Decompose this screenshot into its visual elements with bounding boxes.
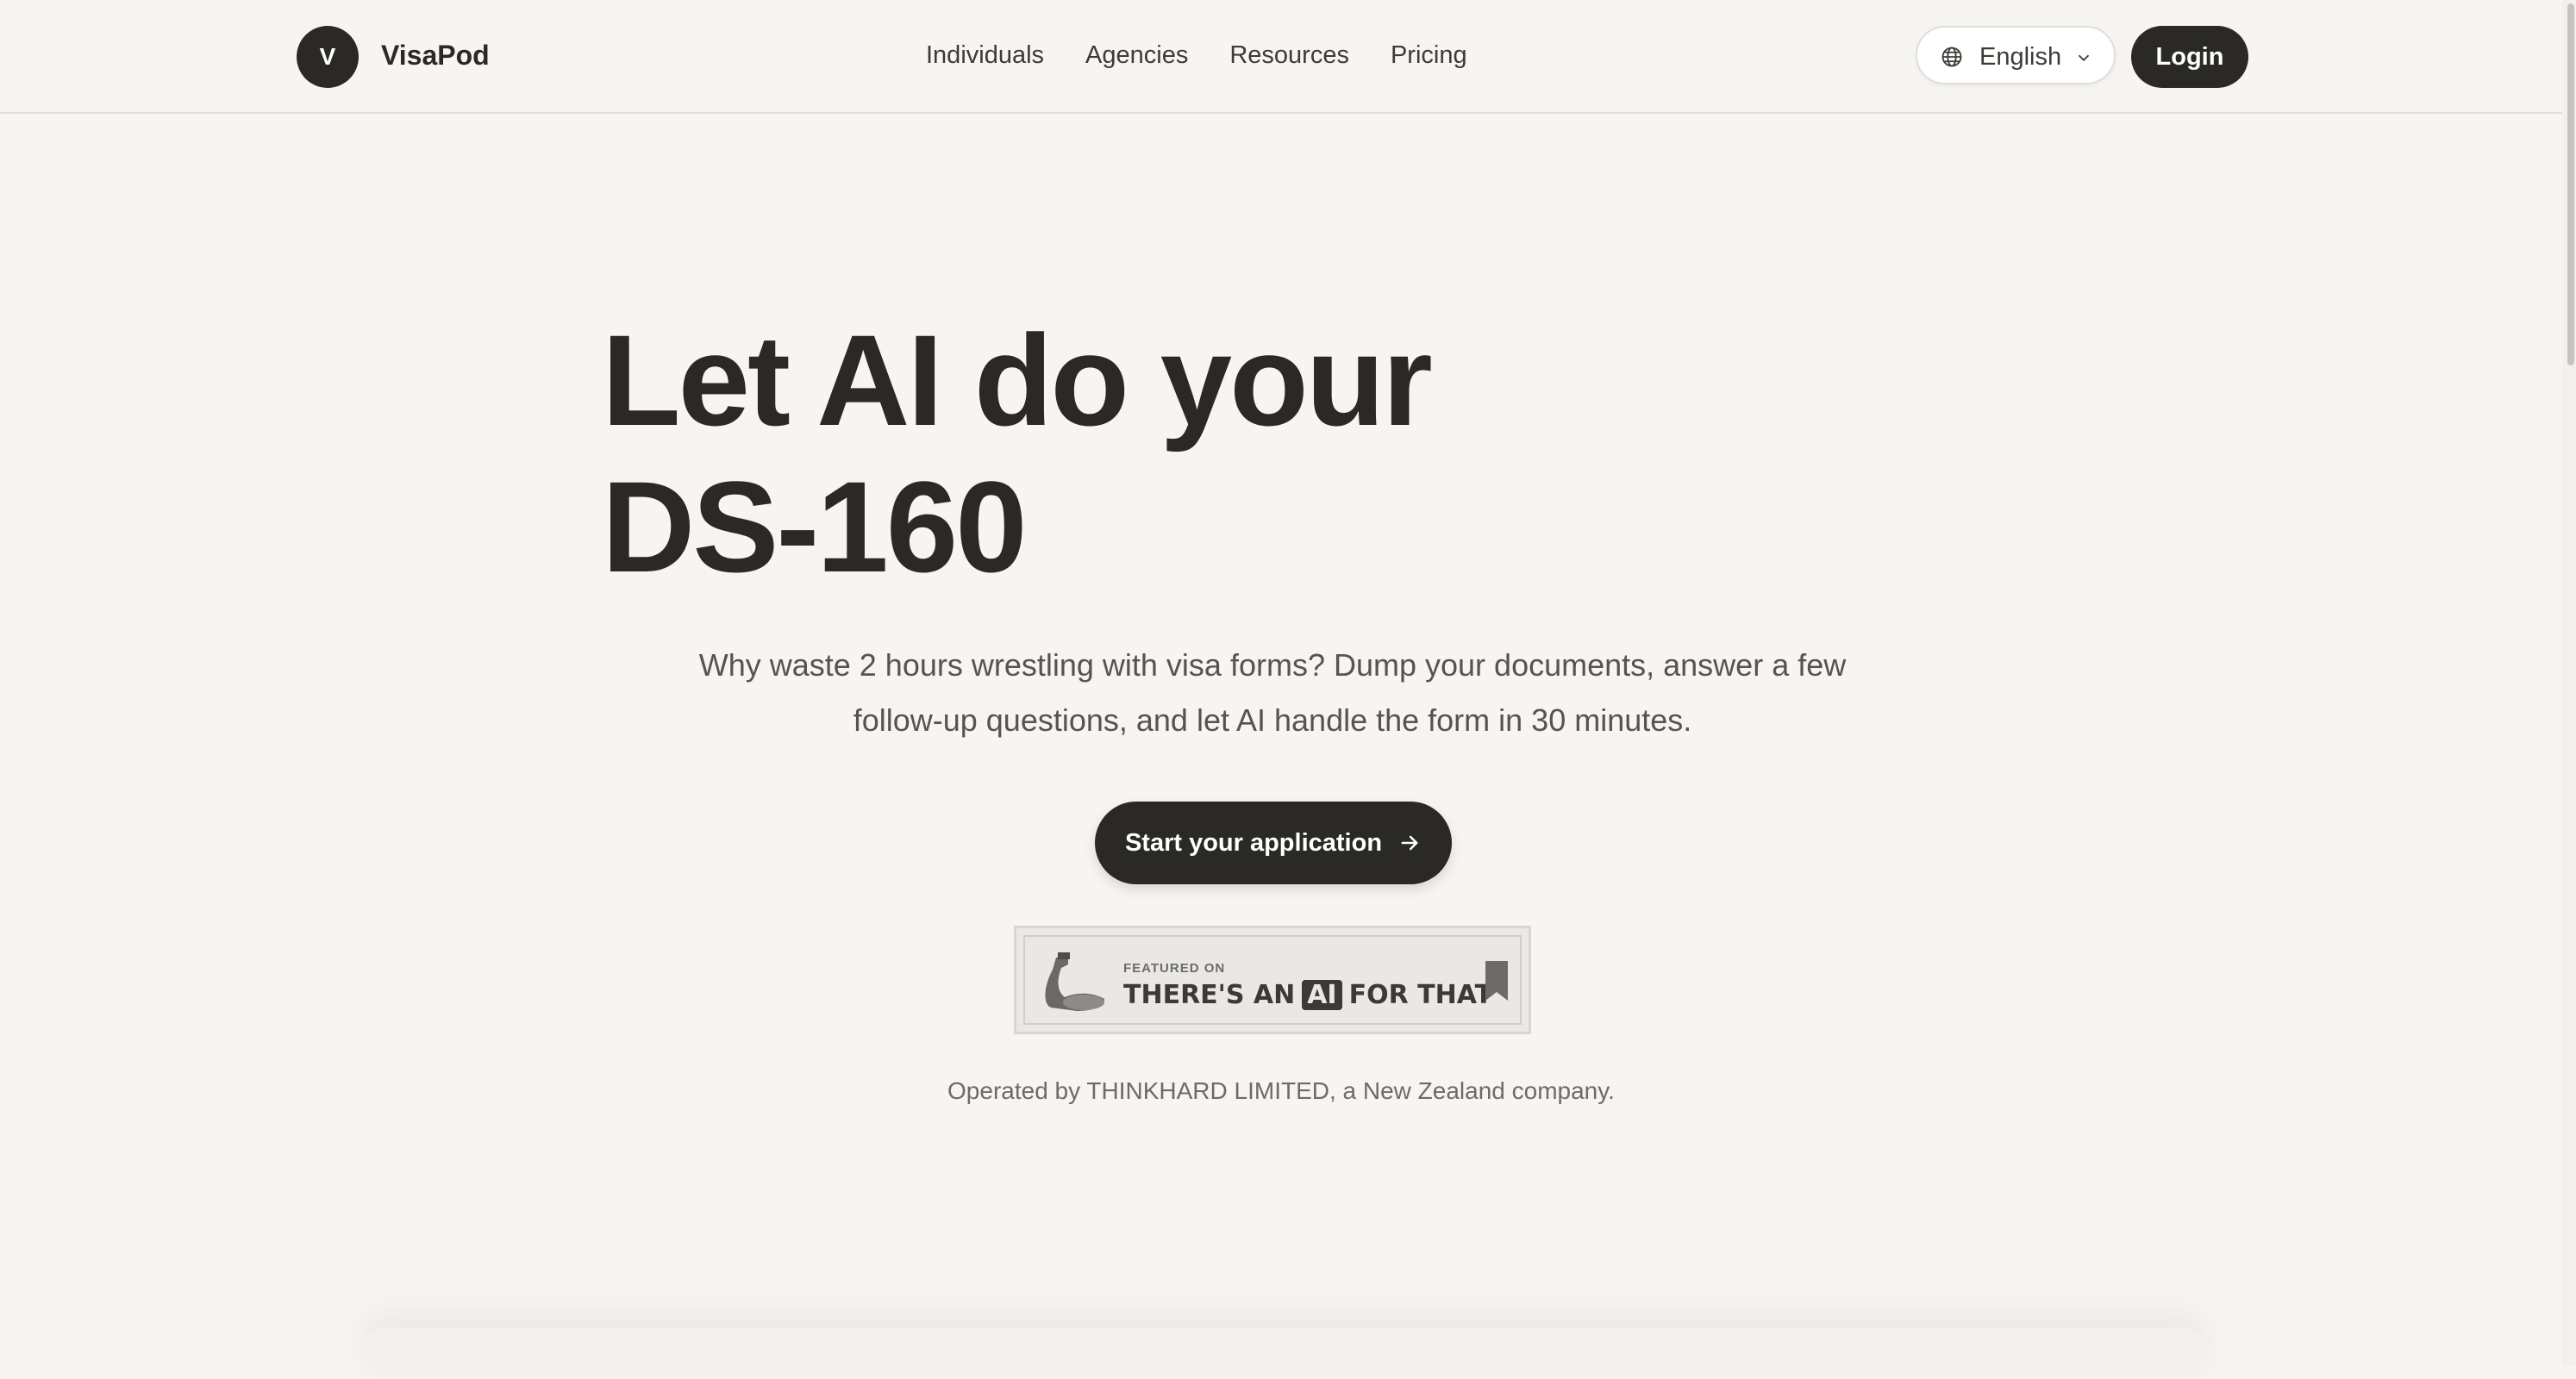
badge-featured-label: FEATURED ON <box>1123 961 1226 976</box>
featured-badge[interactable]: FEATURED ON THERE'S AN AI FOR THAT <box>1014 926 1531 1034</box>
badge-title: THERE'S AN AI FOR THAT <box>1123 980 1492 1010</box>
nav-individuals[interactable]: Individuals <box>926 41 1044 70</box>
globe-icon <box>1941 47 1962 67</box>
arrow-right-icon <box>1401 835 1418 851</box>
chevron-down-icon <box>2078 54 2090 62</box>
hero-subtitle: Why waste 2 hours wrestling with visa fo… <box>698 647 1847 738</box>
hero-title: Let AI do your DS-160 <box>602 307 1723 600</box>
badge-ai-box: AI <box>1302 980 1342 1010</box>
brand-name[interactable]: VisaPod <box>381 40 490 72</box>
scrollbar-thumb[interactable] <box>2567 3 2574 365</box>
bookmark-icon <box>1485 961 1508 1001</box>
nav-resources[interactable]: Resources <box>1229 41 1349 70</box>
badge-text-after: FOR THAT <box>1348 980 1493 1010</box>
main-nav: Individuals Agencies Resources Pricing <box>926 41 1467 70</box>
cta-label: Start your application <box>1124 828 1383 857</box>
start-application-button[interactable]: Start your application <box>1095 802 1452 884</box>
badge-text-before: THERE'S AN <box>1123 980 1296 1010</box>
operator-note: Operated by THINKHARD LIMITED, a New Zea… <box>947 1077 1615 1104</box>
hero-title-line-1: Let AI do your <box>602 308 1433 452</box>
language-label: English <box>1979 43 2062 71</box>
nav-pricing[interactable]: Pricing <box>1391 41 1467 70</box>
muscle-arm-icon <box>1045 952 1104 1011</box>
language-selector[interactable]: English <box>1916 26 2116 84</box>
next-section-edge <box>362 1327 2207 1379</box>
login-button[interactable]: Login <box>2131 26 2248 88</box>
nav-agencies[interactable]: Agencies <box>1085 41 1188 70</box>
logo-letter: V <box>319 43 336 70</box>
hero-title-line-2: DS-160 <box>602 454 1028 599</box>
logo-avatar[interactable]: V <box>297 26 359 88</box>
site-header: V VisaPod Individuals Agencies Resources… <box>0 0 2562 114</box>
